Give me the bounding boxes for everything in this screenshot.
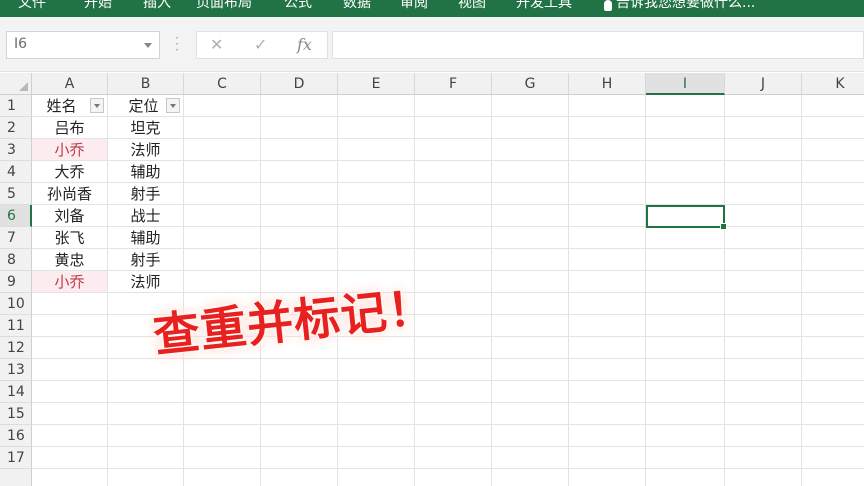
column-header-e[interactable]: E xyxy=(338,73,415,95)
tab-formulas[interactable]: 公式 xyxy=(284,0,312,13)
gridline xyxy=(32,402,864,403)
row-header-13[interactable]: 13 xyxy=(0,359,32,381)
insert-function-icon[interactable]: fx xyxy=(297,35,312,54)
cell-a3-duplicate[interactable]: 小乔 xyxy=(32,139,107,160)
row-header-8[interactable]: 8 xyxy=(0,249,32,271)
gridline xyxy=(801,95,802,486)
column-header-k[interactable]: K xyxy=(802,73,864,95)
name-box[interactable]: I6 xyxy=(6,31,160,59)
tab-page-layout[interactable]: 页面布局 xyxy=(196,0,252,13)
lightbulb-icon xyxy=(604,0,612,11)
row-header-17[interactable]: 17 xyxy=(0,447,32,469)
cell-a5[interactable]: 孙尚香 xyxy=(32,183,107,204)
filter-dropdown-icon[interactable] xyxy=(90,98,104,113)
gridline xyxy=(32,468,864,469)
column-header-b[interactable]: B xyxy=(108,73,184,95)
row-header-12[interactable]: 12 xyxy=(0,337,32,359)
cell-a8[interactable]: 黄忠 xyxy=(32,249,107,270)
cell-b3[interactable]: 法师 xyxy=(108,139,183,160)
gridline xyxy=(32,380,864,381)
gridline xyxy=(724,95,725,486)
cancel-icon[interactable]: ✕ xyxy=(210,35,223,54)
enter-icon[interactable]: ✓ xyxy=(254,35,267,54)
column-header-g[interactable]: G xyxy=(492,73,569,95)
column-header-c[interactable]: C xyxy=(184,73,261,95)
cell-b9[interactable]: 法师 xyxy=(108,271,183,292)
cell-a4[interactable]: 大乔 xyxy=(32,161,107,182)
chevron-down-icon[interactable] xyxy=(144,43,152,48)
worksheet-grid[interactable]: A B C D E F G H I J K 1 2 3 4 5 6 7 8 9 … xyxy=(0,73,864,486)
tab-insert[interactable]: 插入 xyxy=(143,0,171,13)
gridline xyxy=(491,95,492,486)
cell-b4[interactable]: 辅助 xyxy=(108,161,183,182)
row-header-16[interactable]: 16 xyxy=(0,425,32,447)
tab-review[interactable]: 审阅 xyxy=(400,0,428,13)
tab-file[interactable]: 文件 xyxy=(18,0,46,13)
column-header-j[interactable]: J xyxy=(725,73,802,95)
tab-developer[interactable]: 开发工具 xyxy=(516,0,572,13)
cell-a9-duplicate[interactable]: 小乔 xyxy=(32,271,107,292)
select-all-corner[interactable] xyxy=(0,73,32,95)
row-header-15[interactable]: 15 xyxy=(0,403,32,425)
gridline xyxy=(568,95,569,486)
cell-a6[interactable]: 刘备 xyxy=(32,205,107,226)
gridline xyxy=(32,292,864,293)
gridline xyxy=(32,446,864,447)
tab-view[interactable]: 视图 xyxy=(458,0,486,13)
gridline xyxy=(183,95,184,486)
tab-data[interactable]: 数据 xyxy=(343,0,371,13)
cell-a2[interactable]: 吕布 xyxy=(32,117,107,138)
row-header-2[interactable]: 2 xyxy=(0,117,32,139)
column-header-a[interactable]: A xyxy=(32,73,108,95)
column-header-f[interactable]: F xyxy=(415,73,492,95)
row-header-10[interactable]: 10 xyxy=(0,293,32,315)
tell-me-box[interactable]: 告诉我您想要做什么... xyxy=(604,0,755,13)
column-header-d[interactable]: D xyxy=(261,73,338,95)
cell-b7[interactable]: 辅助 xyxy=(108,227,183,248)
cell-b6[interactable]: 战士 xyxy=(108,205,183,226)
tell-me-text: 告诉我您想要做什么... xyxy=(616,0,756,11)
tab-home[interactable]: 开始 xyxy=(84,0,112,13)
column-header-i[interactable]: I xyxy=(646,73,725,95)
formula-input[interactable] xyxy=(332,31,864,59)
formula-bar: I6 · · · ✕ ✓ fx xyxy=(0,17,864,72)
name-box-value: I6 xyxy=(14,36,28,52)
row-header-14[interactable]: 14 xyxy=(0,381,32,403)
row-header-4[interactable]: 4 xyxy=(0,161,32,183)
selected-cell-i6[interactable] xyxy=(646,205,727,230)
row-header-6[interactable]: 6 xyxy=(0,205,32,227)
row-header-5[interactable]: 5 xyxy=(0,183,32,205)
filter-dropdown-icon[interactable] xyxy=(166,98,180,113)
drag-handle-icon[interactable]: · · · xyxy=(174,32,180,56)
row-header-7[interactable]: 7 xyxy=(0,227,32,249)
column-header-h[interactable]: H xyxy=(569,73,646,95)
gridline xyxy=(645,95,646,486)
row-header-18[interactable] xyxy=(0,469,32,486)
ribbon-tabs: 文件 开始 插入 页面布局 公式 数据 审阅 视图 开发工具 告诉我您想要做什么… xyxy=(0,0,864,17)
gridline xyxy=(32,424,864,425)
cell-a7[interactable]: 张飞 xyxy=(32,227,107,248)
row-header-11[interactable]: 11 xyxy=(0,315,32,337)
cell-b2[interactable]: 坦克 xyxy=(108,117,183,138)
row-header-1[interactable]: 1 xyxy=(0,95,32,117)
cell-b8[interactable]: 射手 xyxy=(108,249,183,270)
cell-b5[interactable]: 射手 xyxy=(108,183,183,204)
row-header-3[interactable]: 3 xyxy=(0,139,32,161)
row-header-9[interactable]: 9 xyxy=(0,271,32,293)
formula-buttons: ✕ ✓ fx xyxy=(196,31,328,59)
